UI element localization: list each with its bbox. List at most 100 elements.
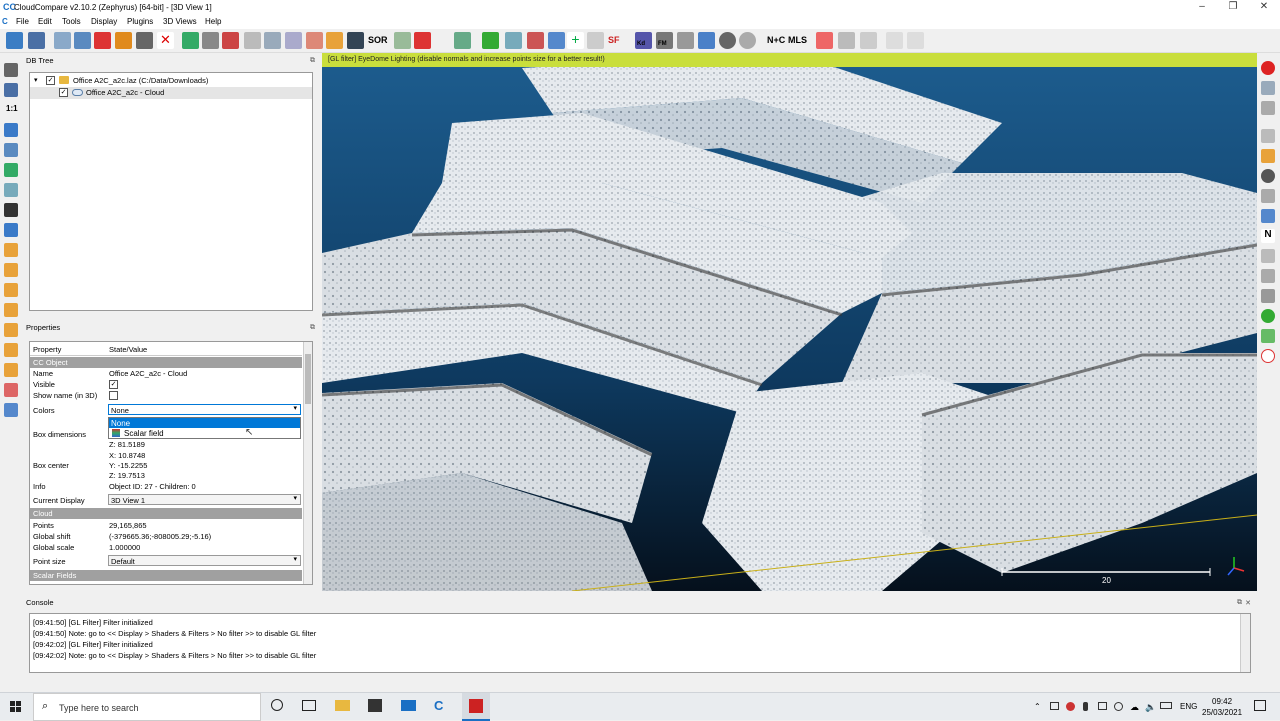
sf-button[interactable]: SF xyxy=(608,35,620,45)
props-scrollbar[interactable] xyxy=(303,342,312,584)
distance-icon[interactable] xyxy=(306,32,323,49)
tray-security-icon[interactable] xyxy=(1066,702,1075,711)
save-icon[interactable] xyxy=(28,32,45,49)
view-iso2-icon[interactable] xyxy=(4,383,18,397)
section-icon[interactable] xyxy=(816,32,833,49)
point-size-dropdown[interactable]: Default ▾ xyxy=(108,555,301,566)
view-back-icon[interactable] xyxy=(4,303,18,317)
mesh-icon[interactable] xyxy=(1261,269,1275,283)
notifications-icon[interactable] xyxy=(1254,700,1266,711)
store-icon[interactable] xyxy=(368,699,382,712)
view-right-icon[interactable] xyxy=(4,323,18,337)
histogram-icon[interactable] xyxy=(482,32,499,49)
canupo-train-icon[interactable] xyxy=(886,32,903,49)
microphone-icon[interactable] xyxy=(1083,702,1088,711)
plugin-icon[interactable] xyxy=(1261,101,1275,115)
grid-icon[interactable] xyxy=(347,32,364,49)
delete-icon[interactable]: ✕ xyxy=(157,32,174,49)
ellipse-icon[interactable] xyxy=(1261,349,1275,363)
rasterize-icon[interactable] xyxy=(860,32,877,49)
crosshair-icon[interactable] xyxy=(4,203,18,217)
windows-start-icon[interactable] xyxy=(10,701,21,712)
volume-icon[interactable]: 🔈 xyxy=(1145,702,1156,713)
segment-icon[interactable] xyxy=(136,32,153,49)
view-front-icon[interactable] xyxy=(4,243,18,257)
mesh-icon[interactable] xyxy=(244,32,261,49)
mls-button[interactable]: MLS xyxy=(788,35,807,45)
task-view-icon[interactable] xyxy=(302,700,316,711)
language-indicator[interactable]: ENG xyxy=(1180,702,1197,711)
globe-icon[interactable] xyxy=(739,32,756,49)
3d-view[interactable]: 20 xyxy=(322,53,1257,591)
tray-app-icon[interactable] xyxy=(1098,702,1107,710)
grid-icon[interactable] xyxy=(1261,289,1275,303)
compass-icon[interactable] xyxy=(1261,169,1275,183)
tree-icon[interactable] xyxy=(1261,329,1275,343)
sphere-icon[interactable] xyxy=(1261,309,1275,323)
option-none[interactable]: None xyxy=(109,418,300,428)
translate-icon[interactable] xyxy=(94,32,111,49)
subsample-icon[interactable] xyxy=(115,32,132,49)
close-icon[interactable]: ✕ xyxy=(1245,599,1251,607)
normals-icon[interactable] xyxy=(182,32,199,49)
export-icon[interactable] xyxy=(698,32,715,49)
menu-edit[interactable]: Edit xyxy=(38,17,52,26)
sf-arith-icon[interactable] xyxy=(548,32,565,49)
nc-button[interactable]: N+C xyxy=(767,35,785,45)
align-icon[interactable] xyxy=(264,32,281,49)
clone-icon[interactable] xyxy=(54,32,71,49)
zoom-icon[interactable] xyxy=(4,223,18,237)
taskbar-search[interactable]: ⌕ Type here to search xyxy=(33,693,261,721)
clock-date[interactable]: 25/03/2021 xyxy=(1202,708,1242,717)
zoom-1to1-button[interactable]: 1:1 xyxy=(6,104,18,113)
pick-icon[interactable] xyxy=(454,32,471,49)
tray-app-icon[interactable] xyxy=(1114,702,1123,711)
zoom-in-icon[interactable] xyxy=(4,123,18,137)
cloud-icon[interactable] xyxy=(677,32,694,49)
stop-icon[interactable] xyxy=(1261,61,1275,75)
perspective-icon[interactable] xyxy=(4,143,18,157)
ruler-icon[interactable] xyxy=(1261,129,1275,143)
menu-file[interactable]: File xyxy=(16,17,29,26)
merge-icon[interactable] xyxy=(74,32,91,49)
sf-filter-icon[interactable] xyxy=(527,32,544,49)
clock-time[interactable]: 09:42 xyxy=(1212,697,1232,706)
console-scrollbar[interactable] xyxy=(1240,614,1250,672)
sf-gradient-icon[interactable] xyxy=(505,32,522,49)
view-iso1-icon[interactable] xyxy=(4,363,18,377)
show-name-checkbox[interactable] xyxy=(109,391,118,400)
sor-button[interactable]: SOR xyxy=(368,35,388,45)
battery-icon[interactable] xyxy=(1160,702,1172,709)
restore-button[interactable]: ❐ xyxy=(1219,0,1247,16)
menu-tools[interactable]: Tools xyxy=(62,17,81,26)
tray-chevron-icon[interactable]: ⌃ xyxy=(1034,702,1041,711)
colors-dropdown[interactable]: None ▾ xyxy=(108,404,301,415)
undock-icon[interactable]: ⧉ xyxy=(310,324,315,332)
collapse-icon[interactable]: ▾ xyxy=(34,76,38,84)
view-icon[interactable] xyxy=(4,163,18,177)
lock-icon[interactable] xyxy=(4,63,18,77)
light-icon[interactable] xyxy=(4,183,18,197)
sf-table-icon[interactable] xyxy=(587,32,604,49)
noise-icon[interactable] xyxy=(394,32,411,49)
menu-3d-views[interactable]: 3D Views xyxy=(163,17,197,26)
tree-item-cloud[interactable]: ✓ Office A2C_a2c - Cloud xyxy=(30,87,312,99)
octree-icon[interactable] xyxy=(202,32,219,49)
plugin-icon[interactable] xyxy=(1261,81,1275,95)
minimize-button[interactable]: – xyxy=(1188,0,1216,16)
cortana-icon[interactable] xyxy=(271,699,283,711)
filter-icon[interactable] xyxy=(326,32,343,49)
stereo-icon[interactable] xyxy=(4,403,18,417)
close-button[interactable]: ✕ xyxy=(1250,0,1278,16)
open-icon[interactable] xyxy=(6,32,23,49)
tray-app-icon[interactable] xyxy=(1050,702,1059,710)
menu-plugins[interactable]: Plugins xyxy=(127,17,153,26)
visible-checkbox[interactable]: ✓ xyxy=(109,380,118,389)
cloud-visible-checkbox[interactable]: ✓ xyxy=(59,88,68,97)
tree-item-file[interactable]: ▾ ✓ Office A2C_a2c.laz (C:/Data/Download… xyxy=(30,75,312,87)
shield-icon[interactable] xyxy=(1261,189,1275,203)
sphere-icon[interactable] xyxy=(719,32,736,49)
display-dropdown[interactable]: 3D View 1 ▾ xyxy=(108,494,301,505)
undock-icon[interactable]: ⧉ xyxy=(1237,599,1242,607)
menu-help[interactable]: Help xyxy=(205,17,221,26)
